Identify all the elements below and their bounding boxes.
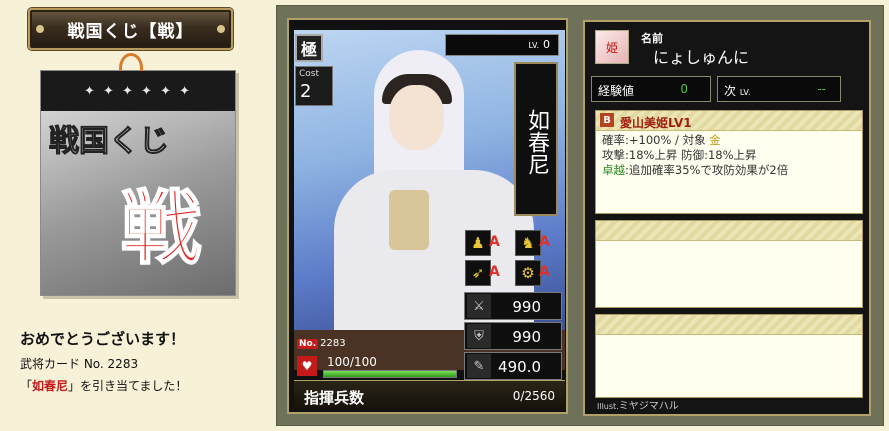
card-number: No. 2283 xyxy=(297,338,346,349)
cannon-grade: A xyxy=(539,264,550,280)
skill-header: B 愛山美姫LV1 xyxy=(596,111,862,131)
illustrator-credit: Illust.ミヤジマハル xyxy=(597,397,679,412)
result-suffix: 」を引き当てました！ xyxy=(68,379,188,393)
skill-target: 金 xyxy=(709,133,721,147)
lottery-title-plate: 戦国くじ【戦】 xyxy=(28,8,233,50)
level-label: LV. xyxy=(528,41,539,50)
skill-line-3-text: :追加確率35%で攻防効果が2倍 xyxy=(625,163,789,177)
exp-value: 0 xyxy=(680,82,688,96)
skill-line-1: 確率:+100% / 対象 金 xyxy=(602,133,856,148)
hp-bar xyxy=(323,370,457,378)
name-reading: にょしゅんに xyxy=(653,48,750,67)
attack-stat: ⚔ 990 xyxy=(464,292,562,320)
portrait-face xyxy=(389,85,444,150)
illust-label: Illust. xyxy=(597,402,619,411)
skill-panel-2 xyxy=(595,220,863,308)
result-name: 如春尼 xyxy=(32,379,69,393)
skill-header-empty xyxy=(596,221,862,241)
level-box: LV. 0 xyxy=(445,34,559,56)
lottery-ticket-image: ✦ ✦ ✦ ✦ ✦ ✦ 戦国くじ 戦 xyxy=(40,53,236,296)
troop-label: 指揮兵数 xyxy=(304,389,365,407)
scroll-icon: ✎ xyxy=(467,354,491,378)
skill-description: 確率:+100% / 対象 金 攻撃:18%上昇 防御:18%上昇 卓越:追加確… xyxy=(596,131,862,180)
result-prefix: 「 xyxy=(20,379,33,393)
ticket-kanji: 戦 xyxy=(120,182,202,275)
cost-label: Cost xyxy=(299,69,320,79)
skill-excellence: 卓越 xyxy=(602,163,625,177)
defense-value: 990 xyxy=(512,328,541,346)
cannon-icon: ⚙ xyxy=(515,260,541,286)
card-panel: 極 Cost 2 LV. 0 如春尼 ♟ A ♞ A ➶ A ⚙ A ⚔ 990 … xyxy=(276,5,884,426)
general-card: 極 Cost 2 LV. 0 如春尼 ♟ A ♞ A ➶ A ⚙ A ⚔ 990 … xyxy=(287,18,568,414)
result-message: 「如春尼」を引き当てました！ xyxy=(20,377,187,394)
bow-icon: ➶ xyxy=(465,260,491,286)
lottery-title: 戦国くじ【戦】 xyxy=(67,21,194,42)
troop-value: 0/2560 xyxy=(512,389,555,403)
skill-line-3: 卓越:追加確率35%で攻防効果が2倍 xyxy=(602,163,856,178)
rarity-badge: 極 xyxy=(295,34,323,62)
rivet-icon xyxy=(36,25,44,33)
next-value: -- xyxy=(817,82,826,96)
spear-grade: A xyxy=(489,234,500,250)
next-level-box: 次 LV. -- xyxy=(717,76,841,102)
exp-box: 経験値 0 xyxy=(591,76,711,102)
rivet-icon xyxy=(217,25,225,33)
troop-row: 指揮兵数 0/2560 xyxy=(294,380,565,410)
exp-label: 経験値 xyxy=(598,84,635,98)
spear-icon: ♟ xyxy=(465,230,491,256)
illust-name: ミヤジマハル xyxy=(618,401,679,412)
princess-avatar-icon: 姫 xyxy=(595,30,629,64)
speed-value: 490.0 xyxy=(498,358,541,376)
helmet-icon: ⛨ xyxy=(467,324,491,348)
sword-icon: ⚔ xyxy=(467,294,491,318)
ticket-pattern-strip: ✦ ✦ ✦ ✦ ✦ ✦ xyxy=(41,71,235,111)
skill-grade-badge: B xyxy=(600,113,614,127)
next-label-text: 次 xyxy=(724,84,737,98)
horse-icon: ♞ xyxy=(515,230,541,256)
hp-row: ♥ 100/100 xyxy=(297,353,462,381)
skill-panel-1: B 愛山美姫LV1 確率:+100% / 対象 金 攻撃:18%上昇 防御:18… xyxy=(595,110,863,214)
hp-text: 100/100 xyxy=(327,355,377,369)
hp-bar-fill xyxy=(324,371,456,377)
card-number-value: 2283 xyxy=(320,338,346,349)
congrats-message: おめでとうございます！ xyxy=(20,330,186,348)
cost-value: 2 xyxy=(300,81,312,102)
bow-grade: A xyxy=(489,264,500,280)
next-label-lv: LV. xyxy=(739,88,751,97)
heart-icon: ♥ xyxy=(297,356,317,376)
card-number-label: No. xyxy=(297,339,319,349)
portrait-belt xyxy=(389,190,429,250)
ticket-title-text: 戦国くじ xyxy=(49,124,170,159)
attack-value: 990 xyxy=(512,298,541,316)
card-number-message: 武将カード No. 2283 xyxy=(20,357,139,371)
horse-grade: A xyxy=(539,234,550,250)
skill-name: 愛山美姫LV1 xyxy=(620,116,692,130)
skill-panel-3 xyxy=(595,314,863,398)
next-label: 次 LV. xyxy=(724,82,750,99)
speed-stat: ✎ 490.0 xyxy=(464,352,562,380)
defense-stat: ⛨ 990 xyxy=(464,322,562,350)
cost-box: Cost 2 xyxy=(295,66,333,106)
skill-line-1-text: 確率:+100% / 対象 xyxy=(602,133,710,147)
general-info-panel: 姫 名前 にょしゅんに 経験値 0 次 LV. -- B 愛山美姫LV1 確率:… xyxy=(583,20,871,416)
skill-header-empty xyxy=(596,315,862,335)
level-value: 0 xyxy=(543,38,550,51)
skill-line-2: 攻撃:18%上昇 防御:18%上昇 xyxy=(602,148,757,162)
general-name: 如春尼 xyxy=(514,62,558,216)
